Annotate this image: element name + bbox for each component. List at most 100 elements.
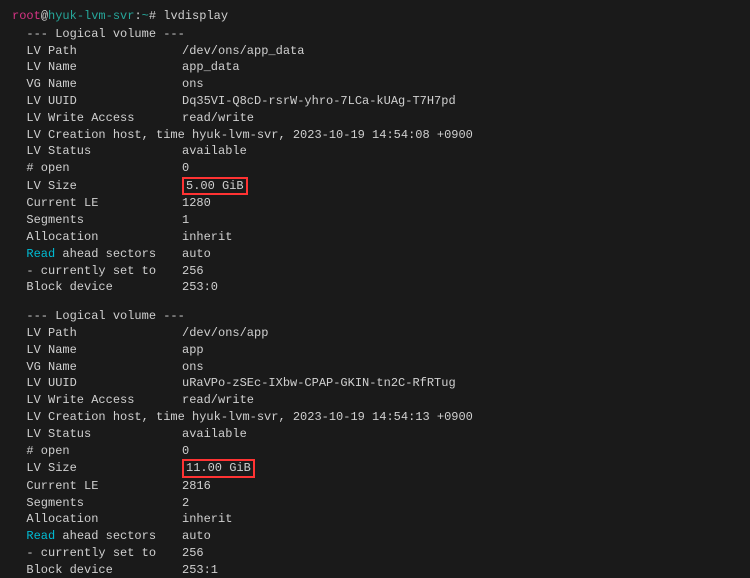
segments-value: 2: [182, 496, 189, 510]
lv-size-value-highlight: 11.00 GiB: [182, 459, 255, 477]
lv-header: --- Logical volume ---: [12, 26, 738, 43]
lv-write-value: read/write: [182, 111, 254, 125]
lv-uuid-value: uRaVPo-zSEc-IXbw-CPAP-GKIN-tn2C-RfRTug: [182, 376, 456, 390]
prompt-path: ~: [142, 9, 149, 23]
current-le-label: Current LE: [12, 195, 182, 212]
lv-name-value: app_data: [182, 60, 240, 74]
read-ahead-rest: ahead sectors: [55, 247, 156, 261]
lv-path-row: LV Path/dev/ons/app: [12, 325, 738, 342]
allocation-row: Allocationinherit: [12, 229, 738, 246]
segments-row: Segments1: [12, 212, 738, 229]
lv-name-row: LV Nameapp: [12, 342, 738, 359]
lv-name-label: LV Name: [12, 342, 182, 359]
lv-header: --- Logical volume ---: [12, 308, 738, 325]
lv-creation-row: LV Creation host, time hyuk-lvm-svr, 202…: [12, 127, 738, 144]
currently-set-label: - currently set to: [12, 545, 182, 562]
block-device-row: Block device253:1: [12, 562, 738, 578]
lv-name-row: LV Nameapp_data: [12, 59, 738, 76]
currently-set-row: - currently set to256: [12, 545, 738, 562]
current-le-label: Current LE: [12, 478, 182, 495]
lv-status-value: available: [182, 427, 247, 441]
segments-label: Segments: [12, 212, 182, 229]
volume-spacer: [12, 296, 738, 308]
lv-size-label: LV Size: [12, 178, 182, 195]
block-device-label: Block device: [12, 562, 182, 578]
prompt-colon: :: [134, 9, 141, 23]
current-le-row: Current LE2816: [12, 478, 738, 495]
vg-name-value: ons: [182, 77, 204, 91]
lv-creation-row: LV Creation host, time hyuk-lvm-svr, 202…: [12, 409, 738, 426]
lv-write-value: read/write: [182, 393, 254, 407]
read-ahead-rest: ahead sectors: [55, 529, 156, 543]
lv-creation-value: hyuk-lvm-svr, 2023-10-19 14:54:13 +0900: [192, 410, 473, 424]
currently-set-value: 256: [182, 546, 204, 560]
block-device-value: 253:1: [182, 563, 218, 577]
lv-size-row: LV Size 11.00 GiB: [12, 459, 738, 477]
lv-name-value: app: [182, 343, 204, 357]
lv-path-row: LV Path/dev/ons/app_data: [12, 43, 738, 60]
lv-creation-label: LV Creation host, time: [12, 128, 192, 142]
lv-open-row: # open0: [12, 160, 738, 177]
read-keyword: Read: [12, 529, 55, 543]
shell-prompt[interactable]: root@hyuk-lvm-svr:~# lvdisplay: [12, 8, 738, 25]
lv-size-value-highlight: 5.00 GiB: [182, 177, 248, 195]
current-le-row: Current LE1280: [12, 195, 738, 212]
vg-name-row: VG Nameons: [12, 76, 738, 93]
vg-name-row: VG Nameons: [12, 359, 738, 376]
segments-value: 1: [182, 213, 189, 227]
lv-uuid-row: LV UUIDDq35VI-Q8cD-rsrW-yhro-7LCa-kUAg-T…: [12, 93, 738, 110]
lv-creation-value: hyuk-lvm-svr, 2023-10-19 14:54:08 +0900: [192, 128, 473, 142]
allocation-value: inherit: [182, 512, 232, 526]
lv-uuid-row: LV UUIDuRaVPo-zSEc-IXbw-CPAP-GKIN-tn2C-R…: [12, 375, 738, 392]
read-ahead-label: Read ahead sectors: [12, 528, 182, 545]
lv-creation-label: LV Creation host, time: [12, 410, 192, 424]
lv-write-row: LV Write Accessread/write: [12, 392, 738, 409]
lv-status-row: LV Statusavailable: [12, 143, 738, 160]
lv-write-label: LV Write Access: [12, 392, 182, 409]
lv-uuid-label: LV UUID: [12, 93, 182, 110]
read-ahead-row: Read ahead sectorsauto: [12, 528, 738, 545]
lv-write-label: LV Write Access: [12, 110, 182, 127]
read-ahead-value: auto: [182, 529, 211, 543]
lv-path-label: LV Path: [12, 43, 182, 60]
lv-name-label: LV Name: [12, 59, 182, 76]
prompt-user: root: [12, 9, 41, 23]
lv-open-value: 0: [182, 444, 189, 458]
vg-name-value: ons: [182, 360, 204, 374]
allocation-label: Allocation: [12, 229, 182, 246]
prompt-at: @: [41, 9, 48, 23]
lv-open-row: # open0: [12, 443, 738, 460]
block-device-label: Block device: [12, 279, 182, 296]
read-ahead-value: auto: [182, 247, 211, 261]
currently-set-label: - currently set to: [12, 263, 182, 280]
lv-uuid-value: Dq35VI-Q8cD-rsrW-yhro-7LCa-kUAg-T7H7pd: [182, 94, 456, 108]
lv-size-value: 11.00 GiB: [186, 461, 251, 475]
currently-set-row: - currently set to256: [12, 263, 738, 280]
lv-size-value: 5.00 GiB: [186, 179, 244, 193]
allocation-label: Allocation: [12, 511, 182, 528]
lv-status-row: LV Statusavailable: [12, 426, 738, 443]
prompt-symbol: #: [149, 9, 156, 23]
lv-status-label: LV Status: [12, 143, 182, 160]
lv-path-label: LV Path: [12, 325, 182, 342]
block-device-row: Block device253:0: [12, 279, 738, 296]
current-le-value: 2816: [182, 479, 211, 493]
vg-name-label: VG Name: [12, 359, 182, 376]
read-keyword: Read: [12, 247, 55, 261]
lv-size-label: LV Size: [12, 460, 182, 477]
lv-uuid-label: LV UUID: [12, 375, 182, 392]
currently-set-value: 256: [182, 264, 204, 278]
lv-open-label: # open: [12, 443, 182, 460]
lv-status-label: LV Status: [12, 426, 182, 443]
command-text: lvdisplay: [163, 9, 228, 23]
lv-open-value: 0: [182, 161, 189, 175]
lv-size-row: LV Size 5.00 GiB: [12, 177, 738, 195]
vg-name-label: VG Name: [12, 76, 182, 93]
segments-row: Segments2: [12, 495, 738, 512]
lv-write-row: LV Write Accessread/write: [12, 110, 738, 127]
lv-status-value: available: [182, 144, 247, 158]
block-device-value: 253:0: [182, 280, 218, 294]
prompt-host: hyuk-lvm-svr: [48, 9, 134, 23]
read-ahead-row: Read ahead sectors auto: [12, 246, 738, 263]
allocation-value: inherit: [182, 230, 232, 244]
